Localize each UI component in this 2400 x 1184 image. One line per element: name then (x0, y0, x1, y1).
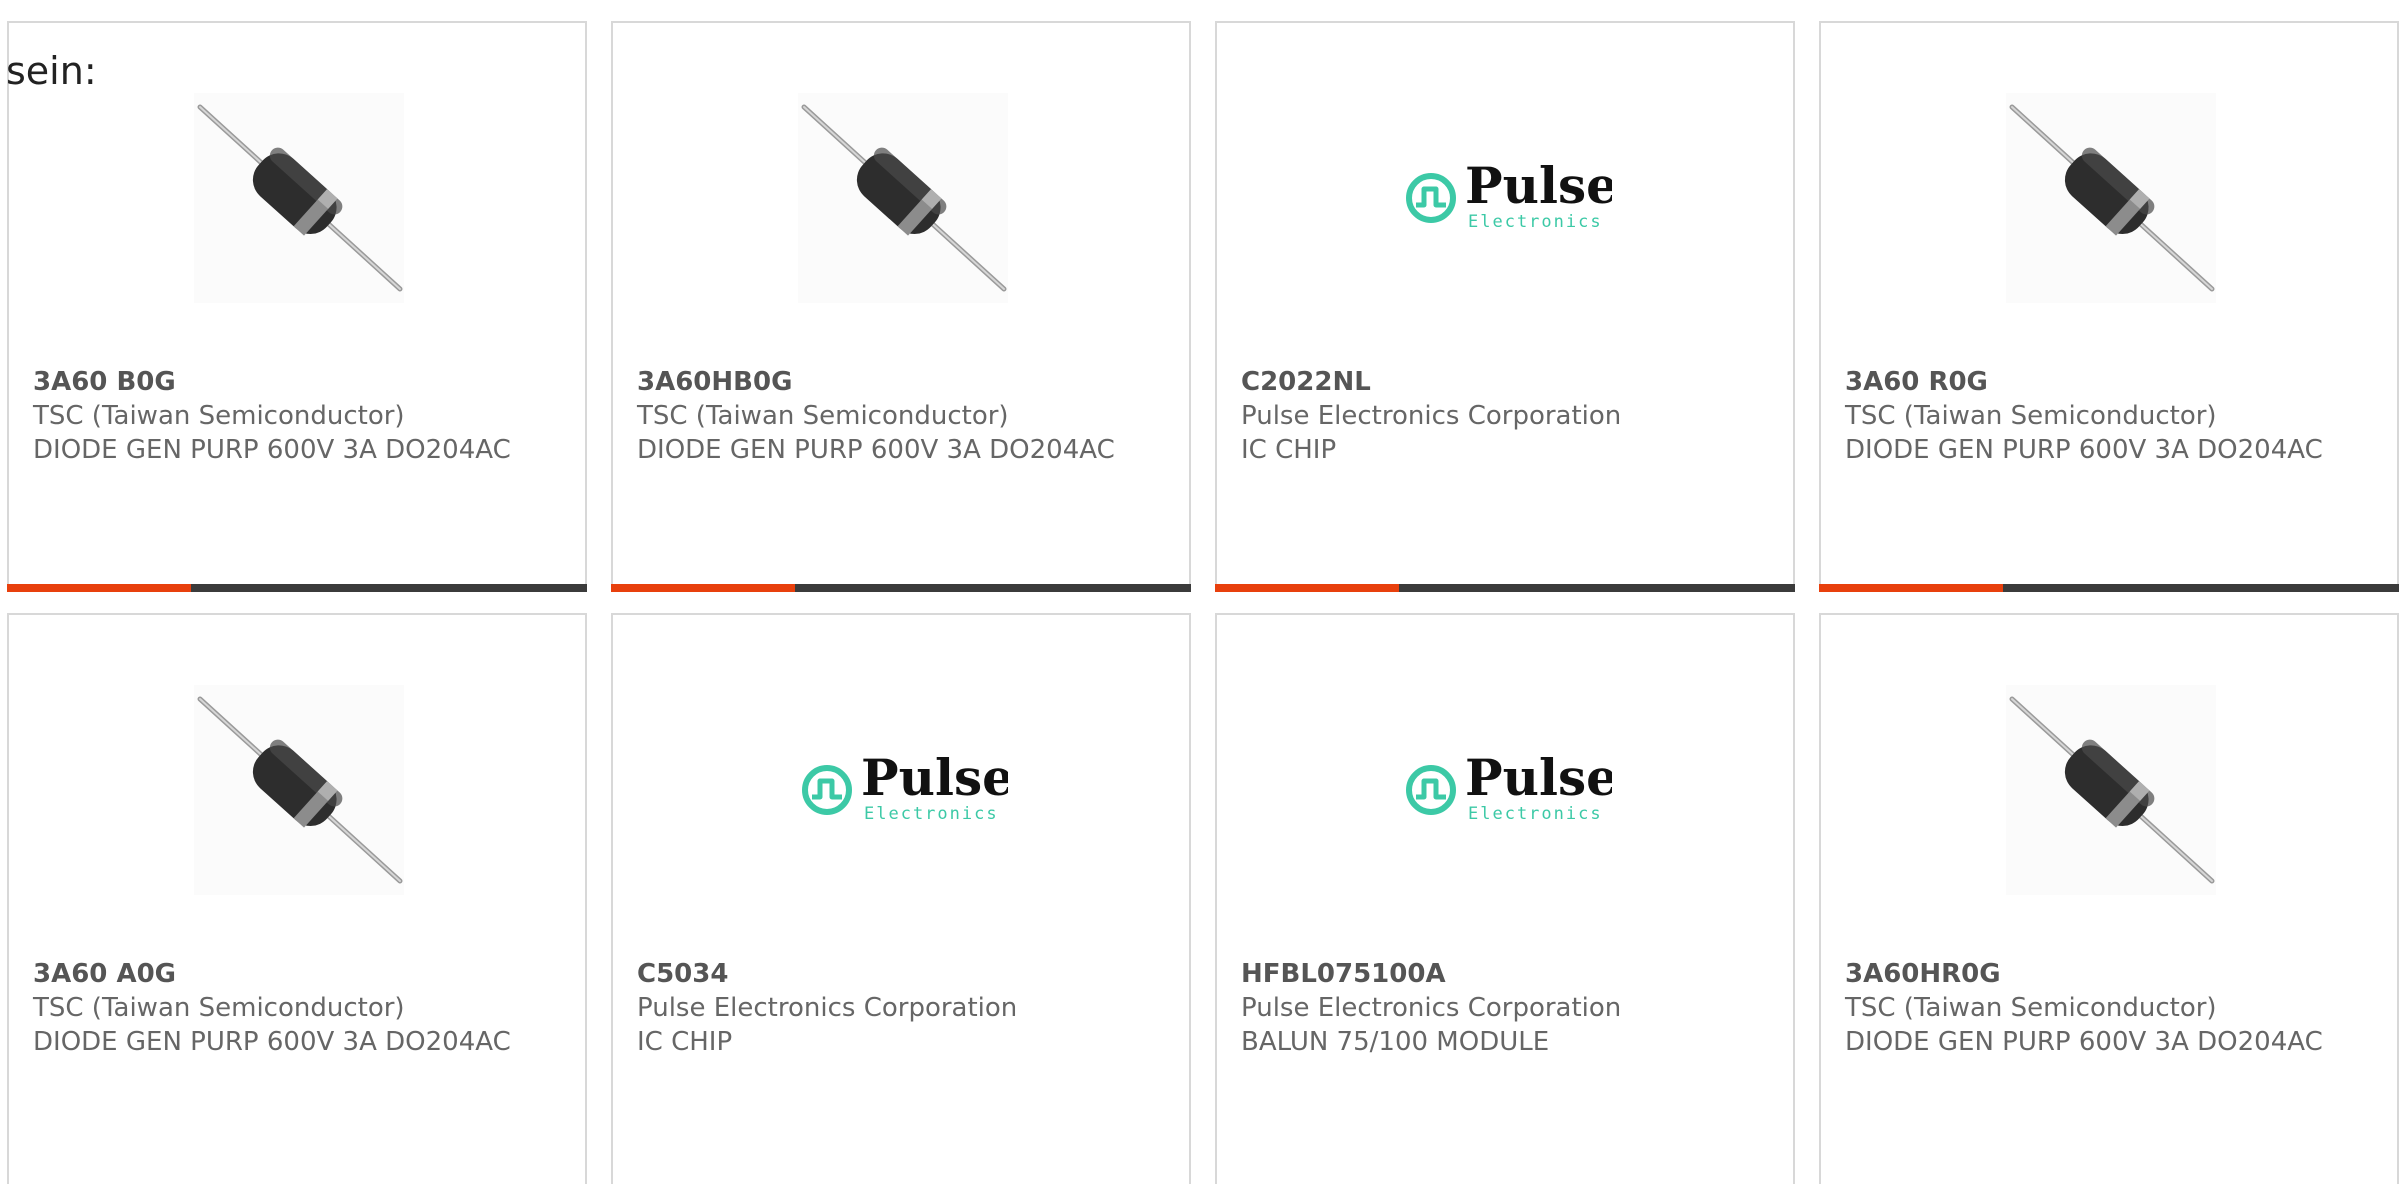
card-accent-bar (7, 584, 191, 592)
manufacturer-name: Pulse Electronics Corporation (637, 993, 1018, 1023)
manufacturer-name: TSC (Taiwan Semiconductor) (33, 401, 405, 431)
product-image[interactable] (194, 93, 404, 303)
product-info: C2022NL Pulse Electronics Corporation IC… (1241, 365, 1773, 467)
product-description: DIODE GEN PURP 600V 3A DO204AC (33, 435, 511, 465)
pulse-logo: PulseElectronics (1406, 748, 1612, 824)
intro-text: sein: (6, 49, 97, 93)
part-number-link[interactable]: 3A60 A0G (33, 957, 565, 991)
part-number-link[interactable]: 3A60HR0G (1845, 957, 2377, 991)
product-description: DIODE GEN PURP 600V 3A DO204AC (33, 1027, 511, 1057)
svg-text:Electronics: Electronics (864, 804, 999, 824)
svg-text:Electronics: Electronics (1468, 804, 1603, 824)
product-info: 3A60HR0G TSC (Taiwan Semiconductor) DIOD… (1845, 957, 2377, 1059)
product-card[interactable]: 3A60 R0G TSC (Taiwan Semiconductor) DIOD… (1819, 21, 2399, 592)
manufacturer-name: Pulse Electronics Corporation (1241, 993, 1622, 1023)
product-image[interactable] (798, 93, 1008, 303)
card-accent-bar (1215, 584, 1399, 592)
product-description: DIODE GEN PURP 600V 3A DO204AC (1845, 1027, 2323, 1057)
part-number-link[interactable]: C5034 (637, 957, 1169, 991)
diode-icon (194, 93, 404, 303)
manufacturer-name: Pulse Electronics Corporation (1241, 401, 1622, 431)
product-info: C5034 Pulse Electronics Corporation IC C… (637, 957, 1169, 1059)
card-bottom-bar (1819, 584, 2399, 592)
svg-text:Pulse: Pulse (1465, 748, 1612, 807)
product-card[interactable]: Pulse Electronics C5034 Pulse Electronics… (611, 613, 1191, 1184)
product-description: DIODE GEN PURP 600V 3A DO204AC (637, 435, 1115, 465)
product-card[interactable]: Pulse Electronics HFBL075100A Pulse Elect… (1215, 613, 1795, 1184)
product-info: 3A60 B0G TSC (Taiwan Semiconductor) DIOD… (33, 365, 565, 467)
card-bottom-bar (1215, 584, 1795, 592)
diode-icon (2006, 93, 2216, 303)
product-card[interactable]: 3A60HB0G TSC (Taiwan Semiconductor) DIOD… (611, 21, 1191, 592)
product-image[interactable]: Pulse Electronics (798, 685, 1008, 895)
product-info: 3A60HB0G TSC (Taiwan Semiconductor) DIOD… (637, 365, 1169, 467)
product-card[interactable]: 3A60HR0G TSC (Taiwan Semiconductor) DIOD… (1819, 613, 2399, 1184)
svg-text:Pulse: Pulse (861, 748, 1008, 807)
manufacturer-name: TSC (Taiwan Semiconductor) (33, 993, 405, 1023)
svg-text:Electronics: Electronics (1468, 212, 1603, 232)
product-description: DIODE GEN PURP 600V 3A DO204AC (1845, 435, 2323, 465)
part-number-link[interactable]: HFBL075100A (1241, 957, 1773, 991)
product-image[interactable] (2006, 93, 2216, 303)
product-description: IC CHIP (637, 1027, 733, 1057)
product-grid: 3A60 B0G TSC (Taiwan Semiconductor) DIOD… (7, 21, 2400, 1184)
product-image[interactable] (2006, 685, 2216, 895)
product-description: IC CHIP (1241, 435, 1337, 465)
product-card[interactable]: 3A60 A0G TSC (Taiwan Semiconductor) DIOD… (7, 613, 587, 1184)
product-image[interactable]: Pulse Electronics (1402, 685, 1612, 895)
pulse-logo: PulseElectronics (1406, 156, 1612, 232)
card-accent-bar (1819, 584, 2003, 592)
diode-icon (2006, 685, 2216, 895)
diode-icon (798, 93, 1008, 303)
product-info: HFBL075100A Pulse Electronics Corporatio… (1241, 957, 1773, 1059)
pulse-logo: PulseElectronics (802, 748, 1008, 824)
manufacturer-name: TSC (Taiwan Semiconductor) (637, 401, 1009, 431)
product-card[interactable]: 3A60 B0G TSC (Taiwan Semiconductor) DIOD… (7, 21, 587, 592)
product-description: BALUN 75/100 MODULE (1241, 1027, 1550, 1057)
card-accent-bar (611, 584, 795, 592)
product-image[interactable]: Pulse Electronics (1402, 93, 1612, 303)
part-number-link[interactable]: 3A60 B0G (33, 365, 565, 399)
product-card[interactable]: Pulse Electronics C2022NL Pulse Electroni… (1215, 21, 1795, 592)
manufacturer-name: TSC (Taiwan Semiconductor) (1845, 401, 2217, 431)
part-number-link[interactable]: 3A60 R0G (1845, 365, 2377, 399)
product-info: 3A60 R0G TSC (Taiwan Semiconductor) DIOD… (1845, 365, 2377, 467)
card-bottom-bar (7, 584, 587, 592)
diode-icon (194, 685, 404, 895)
svg-text:Pulse: Pulse (1465, 156, 1612, 215)
product-info: 3A60 A0G TSC (Taiwan Semiconductor) DIOD… (33, 957, 565, 1059)
card-bottom-bar (611, 584, 1191, 592)
manufacturer-name: TSC (Taiwan Semiconductor) (1845, 993, 2217, 1023)
product-image[interactable] (194, 685, 404, 895)
part-number-link[interactable]: 3A60HB0G (637, 365, 1169, 399)
part-number-link[interactable]: C2022NL (1241, 365, 1773, 399)
